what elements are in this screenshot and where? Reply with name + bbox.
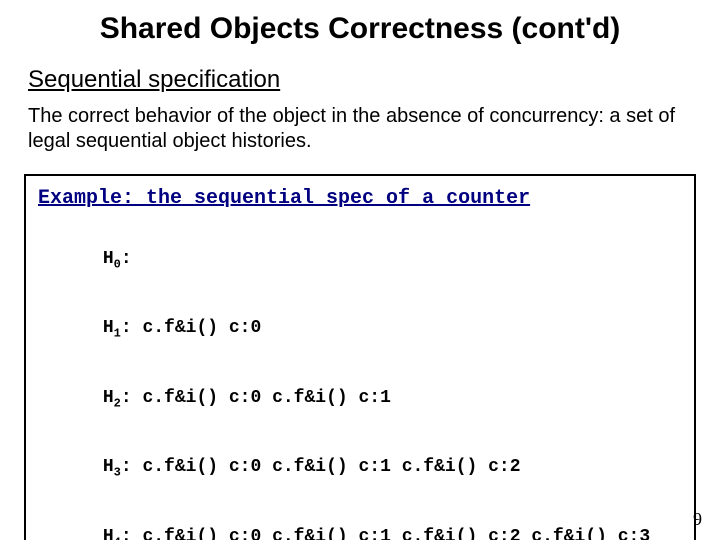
history-label: H2:: [103, 387, 132, 412]
history-content: c.f&i() c:0 c.f&i() c:1: [142, 388, 390, 408]
slide: Shared Objects Correctness (cont'd) Sequ…: [0, 0, 720, 540]
history-label: H1:: [103, 317, 132, 342]
section-subtitle: Sequential specification: [0, 50, 720, 98]
example-heading: Example: the sequential spec of a counte…: [38, 186, 682, 211]
history-content: c.f&i() c:0: [142, 318, 261, 338]
history-line: H3: c.f&i() c:0 c.f&i() c:1 c.f&i() c:2: [38, 434, 682, 504]
history-label: H4:: [103, 526, 132, 540]
history-line: H4: c.f&i() c:0 c.f&i() c:1 c.f&i() c:2 …: [38, 503, 682, 540]
history-line: H1: c.f&i() c:0: [38, 295, 682, 365]
example-box: Example: the sequential spec of a counte…: [24, 174, 696, 540]
slide-title: Shared Objects Correctness (cont'd): [0, 0, 720, 50]
history-label: H3:: [103, 456, 132, 481]
history-content: c.f&i() c:0 c.f&i() c:1 c.f&i() c:2: [142, 457, 520, 477]
history-line: H2: c.f&i() c:0 c.f&i() c:1: [38, 364, 682, 434]
history-content: c.f&i() c:0 c.f&i() c:1 c.f&i() c:2 c.f&…: [142, 527, 650, 540]
body-text: The correct behavior of the object in th…: [0, 98, 720, 166]
page-number: 9: [693, 509, 702, 530]
history-line: H0:: [38, 225, 682, 295]
history-label: H0:: [103, 248, 132, 273]
